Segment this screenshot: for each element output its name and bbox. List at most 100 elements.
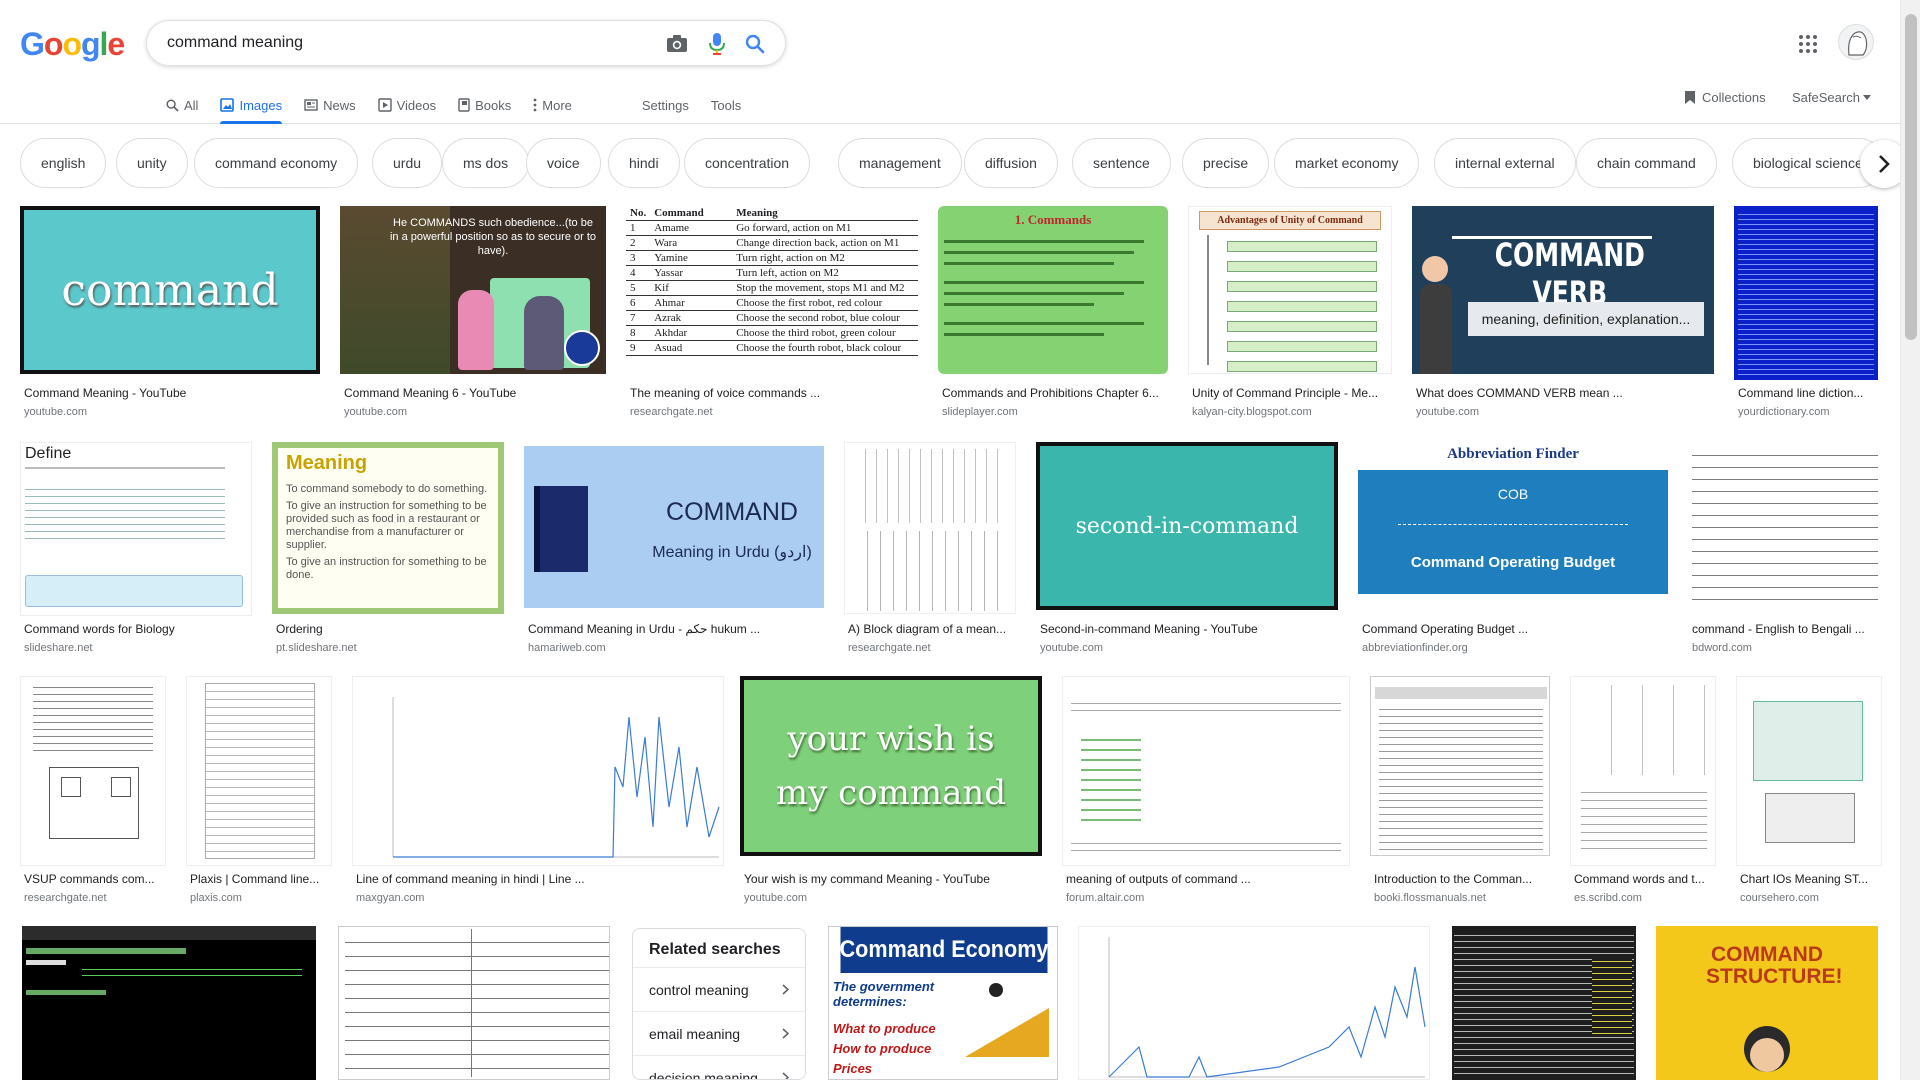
scrollbar-thumb[interactable] <box>1905 14 1917 340</box>
tools-link[interactable]: Tools <box>711 88 741 122</box>
image-result[interactable]: second-in-command Second-in-command Mean… <box>1036 442 1338 656</box>
chip-biological-science[interactable]: biological science <box>1732 138 1880 188</box>
image-result[interactable] <box>1078 926 1430 1080</box>
image-icon <box>220 98 235 112</box>
avatar[interactable] <box>1838 24 1874 60</box>
microphone-icon[interactable] <box>705 32 729 56</box>
chip-concentration[interactable]: concentration <box>684 138 811 188</box>
result-title: Command Meaning - YouTube <box>24 386 187 400</box>
image-result[interactable]: Chart IOs Meaning ST... coursehero.com <box>1736 676 1882 906</box>
thumbnail: COMMAND Meaning in Urdu (اردو) <box>524 442 824 616</box>
settings-link[interactable]: Settings <box>642 88 689 122</box>
result-source: youtube.com <box>1040 642 1103 654</box>
related-search-item[interactable]: decision meaning <box>633 1055 805 1079</box>
chip-management[interactable]: management <box>838 138 962 188</box>
result-source: maxgyan.com <box>356 892 425 904</box>
image-result[interactable] <box>1452 926 1636 1080</box>
result-title: Plaxis | Command line... <box>190 872 320 886</box>
image-result[interactable]: A) Block diagram of a mean... researchga… <box>844 442 1016 656</box>
image-result[interactable]: meaning of outputs of command ... forum.… <box>1062 676 1350 906</box>
collections-link[interactable]: Collections <box>1684 90 1766 105</box>
image-result[interactable] <box>338 926 610 1080</box>
image-result[interactable]: No. Command Meaning 1 Amame Go forward, ac… <box>626 206 918 420</box>
image-result[interactable]: Meaning To command somebody to do someth… <box>272 442 504 656</box>
thumbnail-text: He COMMANDS such obedience...(to be in a… <box>389 217 597 257</box>
table-cell: 5 <box>626 280 651 296</box>
chip-precise[interactable]: precise <box>1182 138 1270 188</box>
result-source: abbreviationfinder.org <box>1362 642 1468 654</box>
thumbnail-text: Advantages of Unity of Command <box>1199 211 1381 230</box>
chip-urdu[interactable]: urdu <box>372 138 443 188</box>
chip-command-economy[interactable]: command economy <box>194 138 359 188</box>
chip-chain-command[interactable]: chain command <box>1576 138 1717 188</box>
image-result[interactable]: your wish is my command Your wish is my … <box>740 676 1042 906</box>
chip-market-economy[interactable]: market economy <box>1274 138 1420 188</box>
thumbnail <box>20 676 166 866</box>
thumbnail-text: Command Economy <box>840 927 1048 973</box>
image-result[interactable]: command Command Meaning - YouTube youtub… <box>20 206 320 420</box>
tab-books[interactable]: Books <box>458 88 511 122</box>
apps-grid-icon[interactable] <box>1796 32 1820 56</box>
related-search-label: control meaning <box>649 981 749 998</box>
image-result[interactable]: Plaxis | Command line... plaxis.com <box>186 676 332 906</box>
image-result[interactable]: COMMAND Meaning in Urdu (اردو) Command M… <box>524 442 824 656</box>
result-title: Command words for Biology <box>24 622 175 636</box>
table-cell: Azrak <box>650 310 733 326</box>
chip-sentence[interactable]: sentence <box>1072 138 1171 188</box>
voice-commands-table: No. Command Meaning 1 Amame Go forward, ac… <box>626 206 918 356</box>
search-box[interactable] <box>146 20 786 66</box>
image-result[interactable]: Define Command words for Biology slidesh… <box>20 442 252 656</box>
table-cell: Akhdar <box>650 325 733 341</box>
thumbnail-subtext: The government determines: <box>833 979 935 1009</box>
chip-voice[interactable]: voice <box>526 138 601 188</box>
safesearch-toggle[interactable]: SafeSearch <box>1792 90 1871 105</box>
chip-internal-external[interactable]: internal external <box>1434 138 1576 188</box>
image-result[interactable]: Command Economy The government determine… <box>828 926 1058 1080</box>
related-search-item[interactable]: email meaning <box>633 1011 805 1055</box>
thumbnail <box>338 926 610 1080</box>
tab-more[interactable]: More <box>533 88 572 122</box>
search-tabs: All Images News Videos Books More Settin… <box>166 88 763 124</box>
logo-letter: o <box>62 26 82 62</box>
image-result[interactable]: Line of command meaning in hindi | Line … <box>352 676 724 906</box>
result-source: bdword.com <box>1692 642 1752 654</box>
table-cell: 4 <box>626 265 651 281</box>
bullet: To give an instruction for something to … <box>286 500 487 551</box>
table-cell: Choose the first robot, red colour <box>732 295 918 311</box>
image-result[interactable]: COMMAND STRUCTURE! <box>1656 926 1878 1080</box>
chip-english[interactable]: english <box>20 138 107 188</box>
image-result[interactable]: VSUP commands com... researchgate.net <box>20 676 166 906</box>
scrollbar[interactable] <box>1900 0 1920 1080</box>
image-result[interactable]: Advantages of Unity of Command Unity of … <box>1188 206 1392 420</box>
search-icon[interactable] <box>743 32 767 56</box>
image-result[interactable] <box>22 926 316 1080</box>
image-result[interactable]: 1. Commands Commands and Prohibitions Ch… <box>938 206 1168 420</box>
image-result[interactable]: He COMMANDS such obedience...(to be in a… <box>340 206 606 420</box>
table-cell: Choose the fourth robot, black colour <box>732 340 918 356</box>
tab-videos[interactable]: Videos <box>377 88 436 122</box>
chip-unity[interactable]: unity <box>116 138 188 188</box>
chip-ms-dos[interactable]: ms dos <box>442 138 530 188</box>
image-result[interactable]: Command line diction... yourdictionary.c… <box>1734 206 1878 420</box>
tab-label: News <box>323 97 356 113</box>
related-search-item[interactable]: control meaning <box>633 967 805 1011</box>
image-result[interactable]: COMMAND VERB meaning, definition, explan… <box>1412 206 1714 420</box>
tab-label: Images <box>239 97 283 113</box>
table-row: 2 Wara Change direction back, action on M1 <box>626 235 918 251</box>
chip-hindi[interactable]: hindi <box>608 138 680 188</box>
google-logo[interactable]: Google <box>20 26 125 63</box>
tab-news[interactable]: News <box>304 88 356 122</box>
search-input[interactable] <box>167 31 637 55</box>
image-result[interactable]: Abbreviation Finder COB Command Operatin… <box>1358 442 1668 656</box>
tab-images[interactable]: Images <box>220 88 283 124</box>
tab-all[interactable]: All <box>166 88 198 122</box>
chip-diffusion[interactable]: diffusion <box>964 138 1058 188</box>
image-result[interactable]: Introduction to the Comman... booki.flos… <box>1370 676 1550 906</box>
thumbnail <box>1570 676 1716 866</box>
result-source: booki.flossmanuals.net <box>1374 892 1486 904</box>
chevron-right-icon <box>782 1026 790 1042</box>
camera-icon[interactable] <box>665 32 689 56</box>
image-result[interactable]: Command words and t... es.scribd.com <box>1570 676 1716 906</box>
image-result[interactable]: command - English to Bengali ... bdword.… <box>1688 442 1884 656</box>
thumbnail: Meaning To command somebody to do someth… <box>272 442 504 614</box>
